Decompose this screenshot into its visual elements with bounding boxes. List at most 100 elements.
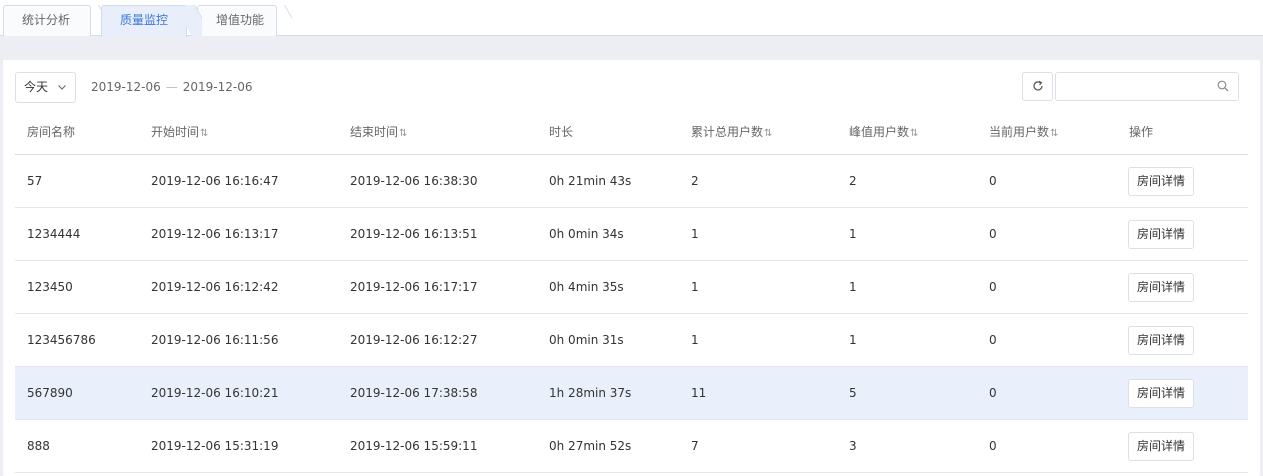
header-label: 峰值用户数 [849,125,910,139]
refresh-icon [1033,80,1043,91]
sort-icon[interactable]: ⇅ [200,128,209,139]
table-row: 123456786 2019-12-06 16:11:56 2019-12-06 1… [15,314,1248,367]
tab-edge [276,5,292,36]
table-row: 888 2019-12-06 15:31:19 2019-12-06 15:59:1… [15,420,1248,473]
date-end: 2019-12-06 [182,80,253,94]
sort-icon[interactable]: ⇅ [910,128,919,139]
cell-total-users: 7 [691,439,699,453]
tab-value-added[interactable]: 增值功能 [197,5,277,36]
cell-duration: 0h 4min 35s [549,280,624,294]
header-label: 当前用户数 [989,125,1050,139]
cell-peak-users: 1 [849,280,857,294]
cell-room-name: 888 [27,439,50,453]
room-details-button[interactable]: 房间详情 [1128,379,1194,408]
cell-start-time: 2019-12-06 16:11:56 [151,333,279,347]
search-icon[interactable] [1217,80,1229,92]
cell-end-time: 2019-12-06 16:38:30 [350,174,478,188]
date-range: 2019-12-06 — 2019-12-06 [91,80,253,94]
cell-total-users: 2 [691,174,699,188]
cell-total-users: 1 [691,333,699,347]
cell-end-time: 2019-12-06 16:13:51 [350,227,478,241]
cell-total-users: 11 [691,386,707,400]
cell-peak-users: 3 [849,439,857,453]
chevron-down-icon [58,85,66,90]
cell-end-time: 2019-12-06 17:38:58 [350,386,478,400]
header-label: 累计总用户数 [691,125,764,139]
cell-duration: 1h 28min 37s [549,386,632,400]
tab-quality-monitoring[interactable]: 质量监控 [101,5,187,37]
header-duration: 时长 [549,123,573,140]
cell-room-name: 123450 [27,280,73,294]
table-header: 房间名称 开始时间⇅ 结束时间⇅ 时长 累计总用户数⇅ 峰值用户数⇅ 当前用户数⇅ 操作 [15,108,1248,155]
rooms-table: 房间名称 开始时间⇅ 结束时间⇅ 时长 累计总用户数⇅ 峰值用户数⇅ 当前用户数⇅ 操作 57… [15,108,1248,473]
cell-current-users: 0 [989,280,997,294]
cell-peak-users: 5 [849,386,857,400]
header-actions: 操作 [1129,123,1153,140]
header-end-time[interactable]: 结束时间⇅ [350,123,408,140]
main-panel: 今天 2019-12-06—2019-12-06 房间名称 开始时间⇅ 结束时间⇅ 时… [3,60,1260,476]
sort-icon[interactable]: ⇅ [764,128,773,139]
cell-total-users: 1 [691,227,699,241]
room-details-button[interactable]: 房间详情 [1128,220,1194,249]
cell-room-name: 567890 [27,386,73,400]
room-details-button[interactable]: 房间详情 [1128,273,1194,302]
header-peak-users[interactable]: 峰值用户数⇅ [849,123,919,140]
cell-start-time: 2019-12-06 16:12:42 [151,280,279,294]
cell-duration: 0h 27min 52s [549,439,632,453]
cell-duration: 0h 21min 43s [549,174,632,188]
refresh-button[interactable] [1022,72,1053,101]
cell-current-users: 0 [989,439,997,453]
cell-end-time: 2019-12-06 16:12:27 [350,333,478,347]
cell-start-time: 2019-12-06 16:16:47 [151,174,279,188]
sort-icon[interactable]: ⇅ [1050,128,1059,139]
header-label: 开始时间 [151,125,200,139]
date-separator: — [165,80,178,94]
table-row: 123450 2019-12-06 16:12:42 2019-12-06 16:1… [15,261,1248,314]
table-row: 1234444 2019-12-06 16:13:17 2019-12-06 16:… [15,208,1248,261]
cell-start-time: 2019-12-06 16:10:21 [151,386,279,400]
table-body: 57 2019-12-06 16:16:47 2019-12-06 16:38:30… [15,155,1248,473]
cell-duration: 0h 0min 31s [549,333,624,347]
cell-peak-users: 1 [849,333,857,347]
cell-duration: 0h 0min 34s [549,227,624,241]
cell-current-users: 0 [989,333,997,347]
cell-start-time: 2019-12-06 15:31:19 [151,439,279,453]
header-label: 结束时间 [350,125,399,139]
cell-start-time: 2019-12-06 16:13:17 [151,227,279,241]
header-start-time[interactable]: 开始时间⇅ [151,123,209,140]
tab-label: 统计分析 [22,13,71,27]
tab-label: 质量监控 [120,13,169,27]
header-total-users[interactable]: 累计总用户数⇅ [691,123,773,140]
cell-end-time: 2019-12-06 16:17:17 [350,280,478,294]
cell-total-users: 1 [691,280,699,294]
cell-current-users: 0 [989,386,997,400]
cell-current-users: 0 [989,227,997,241]
period-select-value: 今天 [24,80,49,94]
date-start: 2019-12-06 [91,80,161,94]
cell-peak-users: 2 [849,174,857,188]
sort-icon[interactable]: ⇅ [399,128,408,139]
header-current-users[interactable]: 当前用户数⇅ [989,123,1059,140]
cell-end-time: 2019-12-06 15:59:11 [350,439,478,453]
header-label: 操作 [1129,125,1154,139]
room-details-button[interactable]: 房间详情 [1128,167,1194,196]
room-details-button[interactable]: 房间详情 [1128,432,1194,461]
header-label: 时长 [549,125,574,139]
header-label: 房间名称 [27,125,76,139]
cell-room-name: 1234444 [27,227,81,241]
cell-room-name: 123456786 [27,333,96,347]
table-row: 567890 2019-12-06 16:10:21 2019-12-06 17:3… [15,367,1248,420]
tab-label: 增值功能 [216,13,265,27]
cell-peak-users: 1 [849,227,857,241]
cell-room-name: 57 [27,174,43,188]
tab-strip: 统计分析 质量监控 增值功能 [0,0,1263,37]
header-room-name: 房间名称 [27,123,75,140]
tab-statistics[interactable]: 统计分析 [3,5,91,36]
search-box[interactable] [1055,72,1239,101]
search-input[interactable] [1062,77,1216,98]
period-select[interactable]: 今天 [15,72,76,103]
table-row: 57 2019-12-06 16:16:47 2019-12-06 16:38:30… [15,155,1248,208]
room-details-button[interactable]: 房间详情 [1128,326,1194,355]
tab-edge [186,5,202,36]
cell-current-users: 0 [989,174,997,188]
